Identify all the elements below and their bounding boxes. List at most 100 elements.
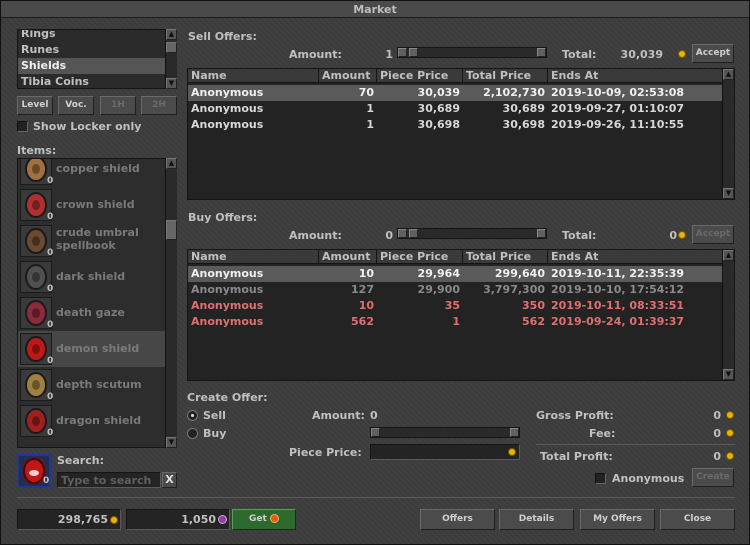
slider-right-icon[interactable]	[537, 229, 546, 238]
table-row[interactable]: Anonymous 10 29,964 299,640 2019-10-11, 22:3…	[188, 266, 722, 282]
category-list[interactable]: Rings Runes Shields Tibia Coins	[17, 29, 177, 89]
offers-button[interactable]: Offers	[420, 509, 495, 530]
col-total-price[interactable]: Total Price	[463, 250, 548, 264]
table-row[interactable]: Anonymous 1 30,689 30,689 2019-09-27, 01:10:…	[188, 101, 722, 117]
get-coins-button[interactable]: Get	[232, 509, 296, 530]
scroll-up-icon[interactable]: ▲	[166, 158, 177, 169]
show-locker-checkbox[interactable]	[17, 121, 28, 132]
search-input[interactable]: Type to search	[57, 472, 161, 488]
col-name[interactable]: Name	[188, 250, 319, 264]
search-placeholder: Type to search	[61, 474, 152, 487]
close-button[interactable]: Close	[660, 509, 735, 530]
item-row[interactable]: 0 copper shield	[18, 159, 176, 187]
table-row[interactable]: Anonymous 1 30,698 30,698 2019-09-26, 11:10:…	[188, 117, 722, 133]
cell-amount: 1	[366, 118, 374, 131]
slider-right-icon[interactable]	[510, 428, 519, 437]
cell-piece: 29,900	[417, 283, 460, 296]
scroll-up-icon[interactable]: ▲	[723, 69, 734, 80]
slider-left-icon[interactable]	[398, 48, 407, 57]
scroll-down-icon[interactable]: ▼	[723, 188, 734, 199]
two-hand-filter-button[interactable]: 2H	[141, 96, 177, 115]
sell-amount-value: 1	[385, 48, 393, 61]
cell-ends: 2019-09-26, 11:10:55	[551, 118, 685, 131]
category-item[interactable]: Rings	[18, 30, 176, 42]
col-name[interactable]: Name	[188, 69, 319, 83]
item-list[interactable]: 0 copper shield 0 crown shield 0 crude umbral…	[17, 158, 177, 448]
create-offer-button[interactable]: Create	[692, 468, 734, 487]
cell-total: 2,102,730	[483, 86, 545, 99]
details-button[interactable]: Details	[499, 509, 574, 530]
col-piece-price[interactable]: Piece Price	[377, 250, 463, 264]
sell-accept-button[interactable]: Accept	[692, 44, 734, 63]
category-item-selected[interactable]: Shields	[18, 58, 176, 74]
table-row[interactable]: Anonymous 10 35 350 2019-10-11, 08:33:51	[188, 298, 722, 314]
cell-piece: 29,964	[417, 267, 460, 280]
buy-table-scrollbar[interactable]: ▲ ▼	[722, 250, 734, 380]
slider-left-icon[interactable]	[398, 229, 407, 238]
item-count: 0	[47, 320, 54, 330]
clear-search-button[interactable]: X	[162, 472, 177, 488]
item-row[interactable]: 0 crown shield	[18, 187, 176, 223]
vocation-filter-button[interactable]: Voc.	[58, 96, 94, 115]
item-row[interactable]: 0 depth scutum	[18, 367, 176, 403]
sell-offers-table[interactable]: Name Amount Piece Price Total Price Ends…	[187, 68, 735, 200]
sell-radio[interactable]	[187, 410, 198, 421]
scroll-down-icon[interactable]: ▼	[166, 78, 177, 89]
col-piece-price[interactable]: Piece Price	[377, 69, 463, 83]
item-row[interactable]: 0 crude umbral spellbook	[18, 223, 176, 259]
category-item[interactable]: Tibia Coins	[18, 74, 176, 88]
slider-thumb[interactable]	[409, 229, 418, 238]
table-row[interactable]: Anonymous 562 1 562 2019-09-24, 01:39:37	[188, 314, 722, 330]
market-window: Market Rings Runes Shields Tibia Coins ▲…	[0, 0, 750, 545]
scroll-up-icon[interactable]: ▲	[723, 250, 734, 261]
item-name: demon shield	[56, 342, 140, 355]
slider-right-icon[interactable]	[537, 48, 546, 57]
col-total-price[interactable]: Total Price	[463, 69, 548, 83]
cell-ends: 2019-10-09, 02:53:08	[551, 86, 685, 99]
cell-piece: 30,698	[417, 118, 460, 131]
buy-amount-slider[interactable]	[397, 228, 547, 239]
table-row[interactable]: Anonymous 70 30,039 2,102,730 2019-10-09, 02…	[188, 85, 722, 101]
scroll-up-icon[interactable]: ▲	[166, 29, 177, 40]
anonymous-checkbox[interactable]	[595, 473, 606, 484]
cell-ends: 2019-10-11, 22:35:39	[551, 267, 685, 280]
col-amount[interactable]: Amount	[319, 250, 377, 264]
buy-amount-label: Amount:	[289, 229, 342, 242]
col-ends-at[interactable]: Ends At	[548, 250, 722, 264]
item-row[interactable]: 0 dark shield	[18, 259, 176, 295]
sell-amount-slider[interactable]	[397, 47, 547, 58]
item-row[interactable]: 0 death gaze	[18, 295, 176, 331]
create-amount-slider[interactable]	[370, 427, 520, 438]
item-row[interactable]: 0 dragon shield	[18, 403, 176, 439]
scroll-down-icon[interactable]: ▼	[723, 369, 734, 380]
cell-ends: 2019-10-10, 17:54:12	[551, 283, 685, 296]
category-item[interactable]: Runes	[18, 42, 176, 58]
gold-coin-icon	[110, 516, 118, 524]
category-scrollbar[interactable]: ▲ ▼	[165, 29, 177, 89]
buy-offers-title: Buy Offers:	[188, 211, 258, 224]
scroll-down-icon[interactable]: ▼	[166, 437, 177, 448]
scroll-thumb[interactable]	[166, 42, 177, 53]
table-row[interactable]: Anonymous 127 29,900 3,797,300 2019-10-10, 1…	[188, 282, 722, 298]
one-hand-filter-button[interactable]: 1H	[100, 96, 136, 115]
cell-piece: 35	[444, 299, 460, 312]
piece-price-input[interactable]	[370, 444, 520, 460]
item-list-scrollbar[interactable]: ▲ ▼	[165, 158, 177, 448]
cell-total: 350	[522, 299, 545, 312]
buy-radio[interactable]	[187, 428, 198, 439]
slider-thumb[interactable]	[409, 48, 418, 57]
my-offers-button[interactable]: My Offers	[580, 509, 655, 530]
sell-table-scrollbar[interactable]: ▲ ▼	[722, 69, 734, 199]
sell-total-value: 30,039	[620, 48, 663, 61]
col-amount[interactable]: Amount	[319, 69, 377, 83]
level-filter-button[interactable]: Level	[17, 96, 53, 115]
buy-total-label: Total:	[562, 229, 597, 242]
sell-table-header: Name Amount Piece Price Total Price Ends…	[188, 69, 722, 83]
scroll-thumb[interactable]	[166, 220, 177, 240]
cell-total: 299,640	[494, 267, 545, 280]
item-row[interactable]: 0 demon shield	[18, 331, 176, 367]
col-ends-at[interactable]: Ends At	[548, 69, 722, 83]
buy-accept-button[interactable]: Accept	[692, 225, 734, 244]
slider-left-icon[interactable]	[371, 428, 380, 437]
buy-offers-table[interactable]: Name Amount Piece Price Total Price Ends…	[187, 249, 735, 381]
